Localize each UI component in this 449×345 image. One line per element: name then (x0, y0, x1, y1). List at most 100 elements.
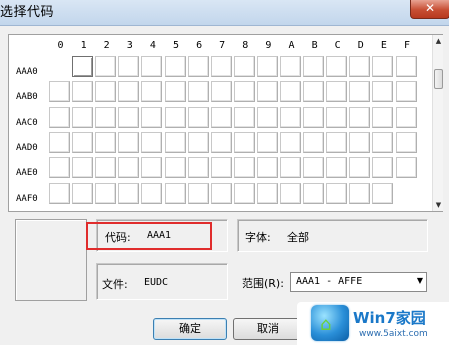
grid-cell[interactable] (280, 157, 301, 179)
grid-cell[interactable] (72, 182, 94, 204)
grid-cell[interactable] (372, 81, 394, 103)
grid-cell[interactable] (118, 131, 140, 153)
grid-cell[interactable] (326, 56, 348, 77)
grid-cell[interactable] (395, 106, 417, 128)
grid-cell[interactable] (164, 106, 186, 128)
grid-cell[interactable] (210, 106, 232, 128)
grid-cell[interactable] (141, 182, 163, 204)
close-button[interactable]: ✕ (410, 0, 449, 19)
grid-cell[interactable] (372, 106, 394, 128)
grid-cell[interactable] (372, 182, 394, 204)
grid-cell[interactable] (164, 81, 186, 103)
grid-cell[interactable] (280, 131, 301, 153)
grid-cell[interactable] (280, 81, 301, 103)
grid-cell[interactable] (118, 157, 140, 179)
grid-cell[interactable] (349, 106, 371, 128)
grid-cell[interactable] (280, 182, 301, 204)
grid-cell[interactable] (164, 56, 186, 77)
grid-cell[interactable] (210, 56, 232, 77)
grid-cell[interactable] (233, 106, 255, 128)
grid-cell[interactable] (187, 81, 209, 103)
grid-cell[interactable] (233, 81, 255, 103)
grid-cell[interactable] (303, 131, 325, 153)
grid-cell[interactable] (395, 157, 417, 179)
grid-cell[interactable] (395, 131, 417, 153)
dropdown-arrow-icon[interactable]: ▼ (417, 276, 423, 285)
grid-cell[interactable] (210, 131, 232, 153)
grid-cell[interactable] (233, 56, 255, 77)
grid-cell[interactable] (95, 56, 117, 77)
grid-cell[interactable] (187, 131, 209, 153)
grid-cell[interactable] (49, 182, 70, 204)
grid-cell[interactable] (95, 106, 117, 128)
grid-cell[interactable] (72, 157, 94, 179)
grid-cell[interactable] (141, 81, 163, 103)
grid-cell[interactable] (72, 81, 94, 103)
grid-cell[interactable] (95, 182, 117, 204)
grid-cell[interactable] (256, 56, 278, 77)
grid-cell[interactable] (141, 131, 163, 153)
grid-cell[interactable] (210, 157, 232, 179)
grid-cell[interactable] (164, 182, 186, 204)
scroll-down-icon[interactable]: ▼ (433, 199, 444, 211)
grid-cell[interactable] (326, 81, 348, 103)
grid-cell[interactable] (326, 182, 348, 204)
grid-cell[interactable] (372, 131, 394, 153)
grid-cell[interactable] (118, 81, 140, 103)
grid-cell[interactable] (349, 131, 371, 153)
grid-cell[interactable] (118, 182, 140, 204)
grid-cell[interactable] (187, 106, 209, 128)
grid-cell[interactable] (72, 131, 94, 153)
grid-cell[interactable] (210, 182, 232, 204)
grid-cell[interactable] (280, 56, 301, 77)
grid-cell[interactable] (256, 157, 278, 179)
grid-cell[interactable] (95, 81, 117, 103)
grid-cell[interactable] (233, 182, 255, 204)
grid-cell[interactable] (141, 157, 163, 179)
grid-cell[interactable] (233, 131, 255, 153)
grid-cell[interactable] (349, 56, 371, 77)
grid-cell[interactable] (349, 182, 371, 204)
grid-cell[interactable] (256, 131, 278, 153)
scroll-thumb[interactable] (434, 69, 443, 89)
grid-cell[interactable] (49, 106, 70, 128)
grid-cell[interactable] (372, 56, 394, 77)
grid-cell-selected[interactable] (72, 56, 94, 77)
grid-cell[interactable] (141, 56, 163, 77)
grid-cell[interactable] (256, 81, 278, 103)
grid-cell[interactable] (118, 106, 140, 128)
grid-cell[interactable] (395, 56, 417, 77)
grid-cell[interactable] (233, 157, 255, 179)
grid-cell[interactable] (349, 81, 371, 103)
grid-cell[interactable] (256, 106, 278, 128)
cancel-button[interactable]: 取消 (233, 318, 303, 340)
grid-cell[interactable] (326, 106, 348, 128)
grid-cell[interactable] (49, 157, 70, 179)
grid-cell[interactable] (303, 56, 325, 77)
scroll-up-icon[interactable]: ▲ (433, 35, 444, 47)
grid-cell[interactable] (395, 81, 417, 103)
grid-cell[interactable] (303, 157, 325, 179)
grid-cell[interactable] (326, 131, 348, 153)
grid-cell[interactable] (95, 131, 117, 153)
ok-button[interactable]: 确定 (153, 318, 227, 340)
grid-cell[interactable] (118, 56, 140, 77)
grid-cell[interactable] (187, 56, 209, 77)
grid-cell[interactable] (256, 182, 278, 204)
grid-cell[interactable] (95, 157, 117, 179)
grid-cell[interactable] (187, 182, 209, 204)
grid-cell[interactable] (164, 131, 186, 153)
grid-cell[interactable] (49, 81, 70, 103)
grid-cell[interactable] (141, 106, 163, 128)
grid-cell[interactable] (303, 106, 325, 128)
grid-cell[interactable] (326, 157, 348, 179)
range-select[interactable]: AAA1 - AFFE ▼ (290, 272, 427, 292)
grid-cell[interactable] (349, 157, 371, 179)
grid-cell[interactable] (164, 157, 186, 179)
vertical-scrollbar[interactable]: ▲ ▼ (432, 35, 443, 211)
grid-cell[interactable] (372, 157, 394, 179)
grid-cell[interactable] (280, 106, 301, 128)
grid-cell[interactable] (303, 182, 325, 204)
grid-cell[interactable] (187, 157, 209, 179)
grid-cell[interactable] (72, 106, 94, 128)
